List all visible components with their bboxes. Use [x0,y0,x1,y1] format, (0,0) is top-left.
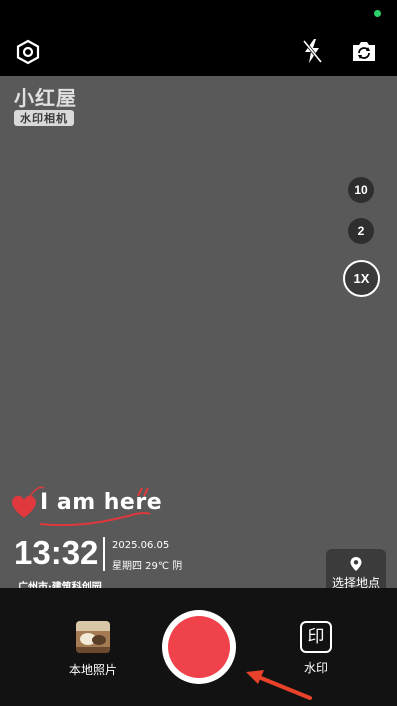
brand-subtitle: 水印相机 [14,110,74,126]
switch-camera-button[interactable] [349,37,379,65]
watermark-button[interactable]: 印 [300,621,332,653]
zoom-10x-button[interactable]: 10 [348,177,374,203]
flash-off-icon [302,39,323,63]
accent-marks-icon [137,487,149,497]
watermark-stamp-icon: 印 [307,626,325,647]
location-pin-icon [350,557,362,571]
switch-camera-icon [353,42,375,61]
annotation-arrow-icon [246,670,312,700]
watermark-divider [103,537,105,571]
watermark-time: 13:32 [14,534,99,571]
watermark-weather: 星期四 29℃ 阴 [112,561,183,572]
brand-logo: 小红屋 [14,86,77,110]
top-bar [0,0,397,76]
zoom-2x-button[interactable]: 2 [348,218,374,244]
settings-hex-icon [16,39,40,65]
gallery-label[interactable]: 本地照片 [60,661,126,678]
select-location-button[interactable]: 选择地点 [326,549,386,588]
underline-swoosh-icon [39,511,151,527]
shutter-button[interactable] [168,616,230,678]
zoom-1x-button[interactable]: 1X [343,260,380,297]
watermark-date: 2025.06.05 [112,540,170,551]
recording-indicator-dot [374,10,381,17]
settings-button[interactable] [14,38,42,66]
gallery-photo-icon [76,621,110,653]
watermark-location: 广州市·建筑科创园 [18,582,102,588]
flash-toggle-button[interactable] [299,37,325,65]
camera-viewfinder[interactable]: 小红屋 水印相机 10 2 1X I am here 13:32 2025.06… [0,76,397,588]
select-location-label: 选择地点 [331,576,380,588]
gallery-thumbnail[interactable] [76,621,110,653]
